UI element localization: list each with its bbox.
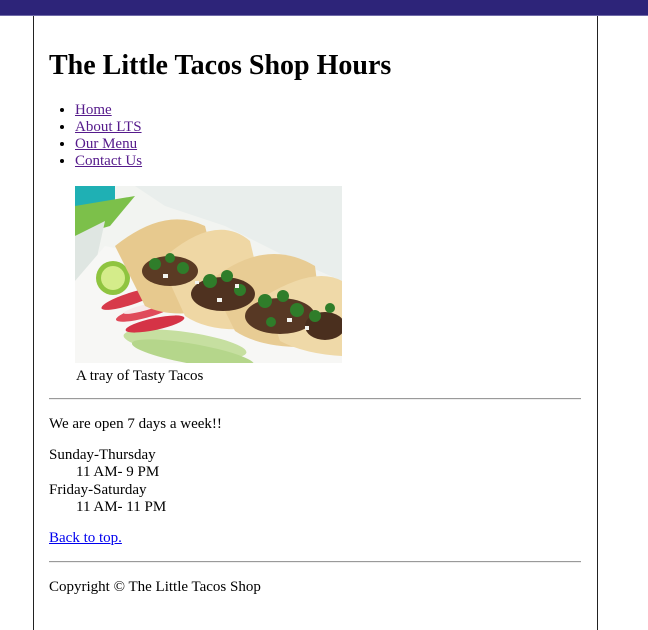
footer-copyright: Copyright © The Little Tacos Shop bbox=[49, 579, 261, 595]
weekday-hours: 11 AM- 9 PM bbox=[76, 464, 160, 480]
tacos-image bbox=[75, 186, 342, 363]
nav-item-contact: Contact Us bbox=[75, 153, 142, 170]
nav-item-about: About LTS bbox=[75, 119, 142, 136]
main-nav: Home About LTS Our Menu Contact Us bbox=[49, 102, 142, 170]
image-caption: A tray of Tasty Tacos bbox=[76, 368, 204, 384]
weekend-hours: 11 AM- 11 PM bbox=[76, 499, 167, 515]
page-left-border bbox=[33, 16, 34, 630]
hours-intro: We are open 7 days a week!! bbox=[49, 416, 222, 432]
nav-link-about[interactable]: About LTS bbox=[75, 119, 142, 135]
nav-link-menu[interactable]: Our Menu bbox=[75, 136, 137, 152]
divider bbox=[49, 561, 581, 563]
browser-top-bar bbox=[0, 0, 648, 15]
nav-item-menu: Our Menu bbox=[75, 136, 142, 153]
nav-item-home: Home bbox=[75, 102, 142, 119]
page-title: The Little Tacos Shop Hours bbox=[49, 50, 392, 81]
divider bbox=[49, 398, 581, 400]
weekday-label: Sunday-Thursday bbox=[49, 447, 156, 463]
page-right-border bbox=[597, 16, 598, 630]
nav-link-home[interactable]: Home bbox=[75, 102, 112, 118]
back-to-top-link[interactable]: Back to top. bbox=[49, 530, 122, 547]
weekend-label: Friday-Saturday bbox=[49, 482, 147, 498]
top-bar-shadow bbox=[0, 15, 648, 16]
nav-link-contact[interactable]: Contact Us bbox=[75, 153, 142, 169]
